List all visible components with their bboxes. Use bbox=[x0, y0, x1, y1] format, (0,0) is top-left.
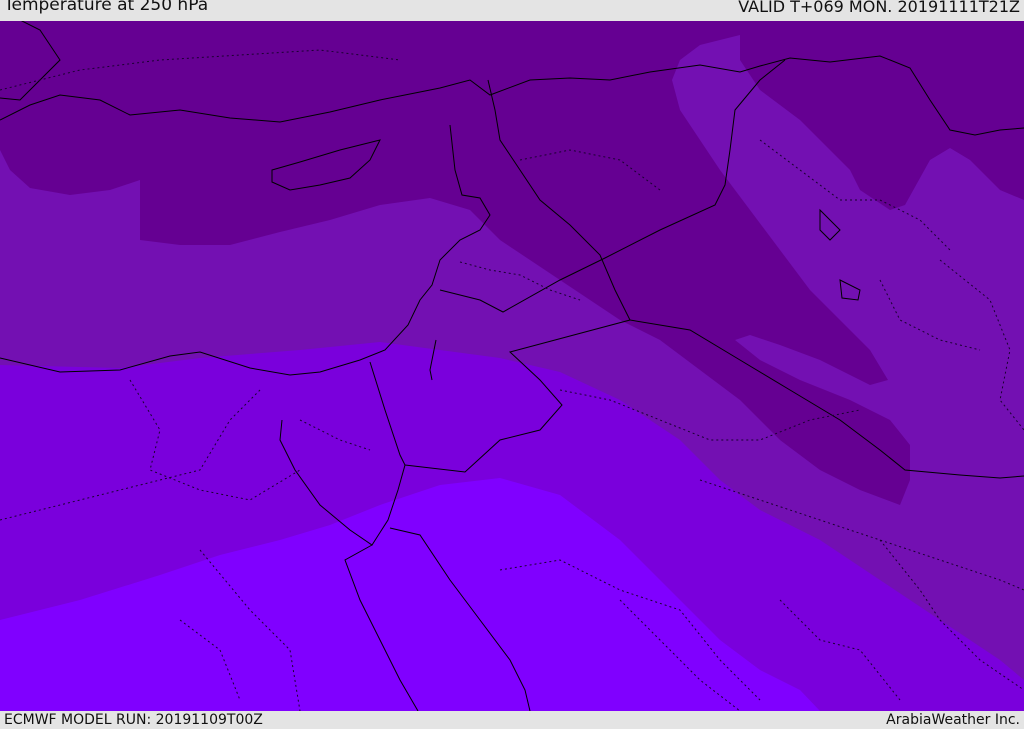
temperature-map bbox=[0, 21, 1024, 711]
credit-text: ArabiaWeather Inc. bbox=[886, 712, 1020, 728]
footer-bar: ECMWF MODEL RUN: 20191109T00Z ArabiaWeat… bbox=[0, 711, 1024, 729]
header-bar: Temperature at 250 hPa VALID T+069 MON. … bbox=[0, 0, 1024, 21]
model-run: ECMWF MODEL RUN: 20191109T00Z bbox=[4, 712, 263, 728]
map-title: Temperature at 250 hPa bbox=[4, 0, 209, 15]
valid-time: VALID T+069 MON. 20191111T21Z bbox=[738, 0, 1020, 16]
